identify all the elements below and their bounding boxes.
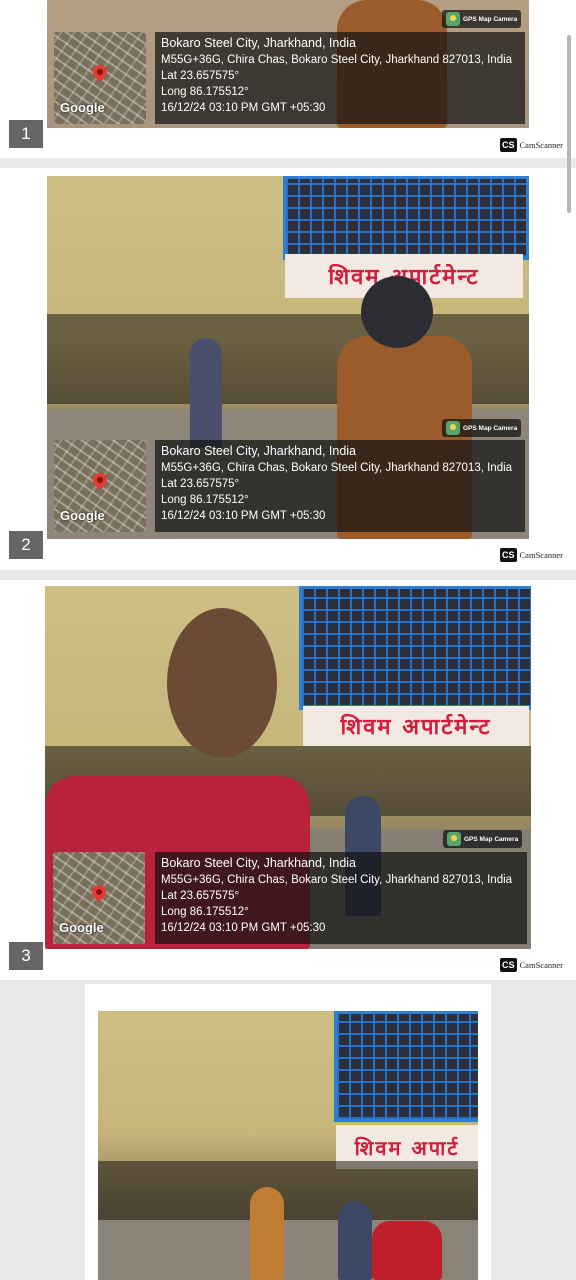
gps-camera-icon bbox=[446, 421, 460, 435]
map-thumbnail: Google bbox=[54, 440, 146, 532]
document-page-2[interactable]: शिवम अपार्टमेन्ट Bokaro Steel City, Jhar… bbox=[0, 168, 576, 570]
location-overlay: Bokaro Steel City, Jharkhand, India M55G… bbox=[155, 440, 525, 532]
page-separator bbox=[0, 158, 576, 168]
google-logo: Google bbox=[60, 100, 105, 115]
map-pin-icon bbox=[90, 62, 110, 82]
location-title: Bokaro Steel City, Jharkhand, India bbox=[161, 856, 357, 870]
camscanner-logo: CS bbox=[500, 138, 517, 152]
parked-car bbox=[372, 1221, 442, 1280]
page-number-badge: 2 bbox=[9, 531, 43, 559]
document-page-1[interactable]: Bokaro Steel City, Jharkhand, India M55G… bbox=[0, 0, 576, 158]
camscanner-label: CamScanner bbox=[519, 140, 563, 150]
map-pin-icon bbox=[90, 470, 110, 490]
location-title: Bokaro Steel City, Jharkhand, India bbox=[161, 36, 357, 50]
google-logo: Google bbox=[60, 508, 105, 523]
balcony-grille bbox=[334, 1011, 478, 1122]
balcony-grille bbox=[283, 176, 529, 260]
building-sign: शिवम अपार्टमेन्ट bbox=[303, 706, 529, 746]
scrollbar-thumb[interactable] bbox=[567, 35, 571, 213]
gps-camera-icon bbox=[447, 832, 461, 846]
map-thumbnail: Google bbox=[53, 852, 145, 944]
google-logo: Google bbox=[59, 920, 104, 935]
page-number-badge: 1 bbox=[9, 120, 43, 148]
camscanner-watermark: CS CamScanner bbox=[500, 138, 563, 152]
person-figure bbox=[338, 1201, 372, 1280]
map-thumbnail: Google bbox=[54, 32, 146, 124]
location-overlay: Bokaro Steel City, Jharkhand, India M55G… bbox=[155, 32, 525, 124]
geotag-photo-2: शिवम अपार्टमेन्ट Bokaro Steel City, Jhar… bbox=[47, 176, 529, 539]
location-title: Bokaro Steel City, Jharkhand, India bbox=[161, 444, 357, 458]
longitude: Long 86.175512° bbox=[161, 906, 249, 918]
document-page-3[interactable]: शिवम अपार्टमेन्ट Bokaro Steel City, Jhar… bbox=[0, 580, 576, 980]
timestamp: 16/12/24 03:10 PM GMT +05:30 bbox=[161, 922, 326, 934]
longitude: Long 86.175512° bbox=[161, 494, 249, 506]
gps-camera-icon bbox=[446, 12, 460, 26]
camscanner-logo: CS bbox=[500, 548, 517, 562]
gps-badge-label: GPS Map Camera bbox=[463, 15, 518, 23]
latitude: Lat 23.657575° bbox=[161, 890, 240, 902]
timestamp: 16/12/24 03:10 PM GMT +05:30 bbox=[161, 102, 326, 114]
person-figure bbox=[190, 338, 222, 448]
geotag-photo-4: शिवम अपार्ट bbox=[98, 1011, 478, 1280]
gps-badge-label: GPS Map Camera bbox=[463, 424, 518, 432]
camscanner-watermark: CS CamScanner bbox=[500, 958, 563, 972]
page-separator bbox=[0, 570, 576, 580]
location-address: M55G+36G, Chira Chas, Bokaro Steel City,… bbox=[161, 462, 513, 474]
balcony-grille bbox=[299, 586, 531, 710]
latitude: Lat 23.657575° bbox=[161, 478, 240, 490]
person-head bbox=[361, 276, 433, 348]
person-head bbox=[167, 608, 277, 758]
geotag-photo-1: Bokaro Steel City, Jharkhand, India M55G… bbox=[47, 0, 529, 128]
page-number-badge: 3 bbox=[9, 942, 43, 970]
camscanner-watermark: CS CamScanner bbox=[500, 548, 563, 562]
person-figure bbox=[250, 1187, 284, 1280]
location-overlay: Bokaro Steel City, Jharkhand, India M55G… bbox=[155, 852, 527, 944]
latitude: Lat 23.657575° bbox=[161, 70, 240, 82]
geotag-photo-3: शिवम अपार्टमेन्ट Bokaro Steel City, Jhar… bbox=[45, 586, 531, 949]
camscanner-logo: CS bbox=[500, 958, 517, 972]
gps-map-camera-badge: GPS Map Camera bbox=[443, 830, 523, 848]
camscanner-label: CamScanner bbox=[519, 960, 563, 970]
timestamp: 16/12/24 03:10 PM GMT +05:30 bbox=[161, 510, 326, 522]
location-address: M55G+36G, Chira Chas, Bokaro Steel City,… bbox=[161, 54, 513, 66]
document-page-4[interactable]: शिवम अपार्ट bbox=[85, 984, 491, 1280]
longitude: Long 86.175512° bbox=[161, 86, 249, 98]
gps-badge-label: GPS Map Camera bbox=[464, 835, 519, 843]
gps-map-camera-badge: GPS Map Camera bbox=[442, 10, 522, 28]
location-address: M55G+36G, Chira Chas, Bokaro Steel City,… bbox=[161, 874, 513, 886]
map-pin-icon bbox=[89, 882, 109, 902]
camscanner-label: CamScanner bbox=[519, 550, 563, 560]
gps-map-camera-badge: GPS Map Camera bbox=[442, 419, 522, 437]
